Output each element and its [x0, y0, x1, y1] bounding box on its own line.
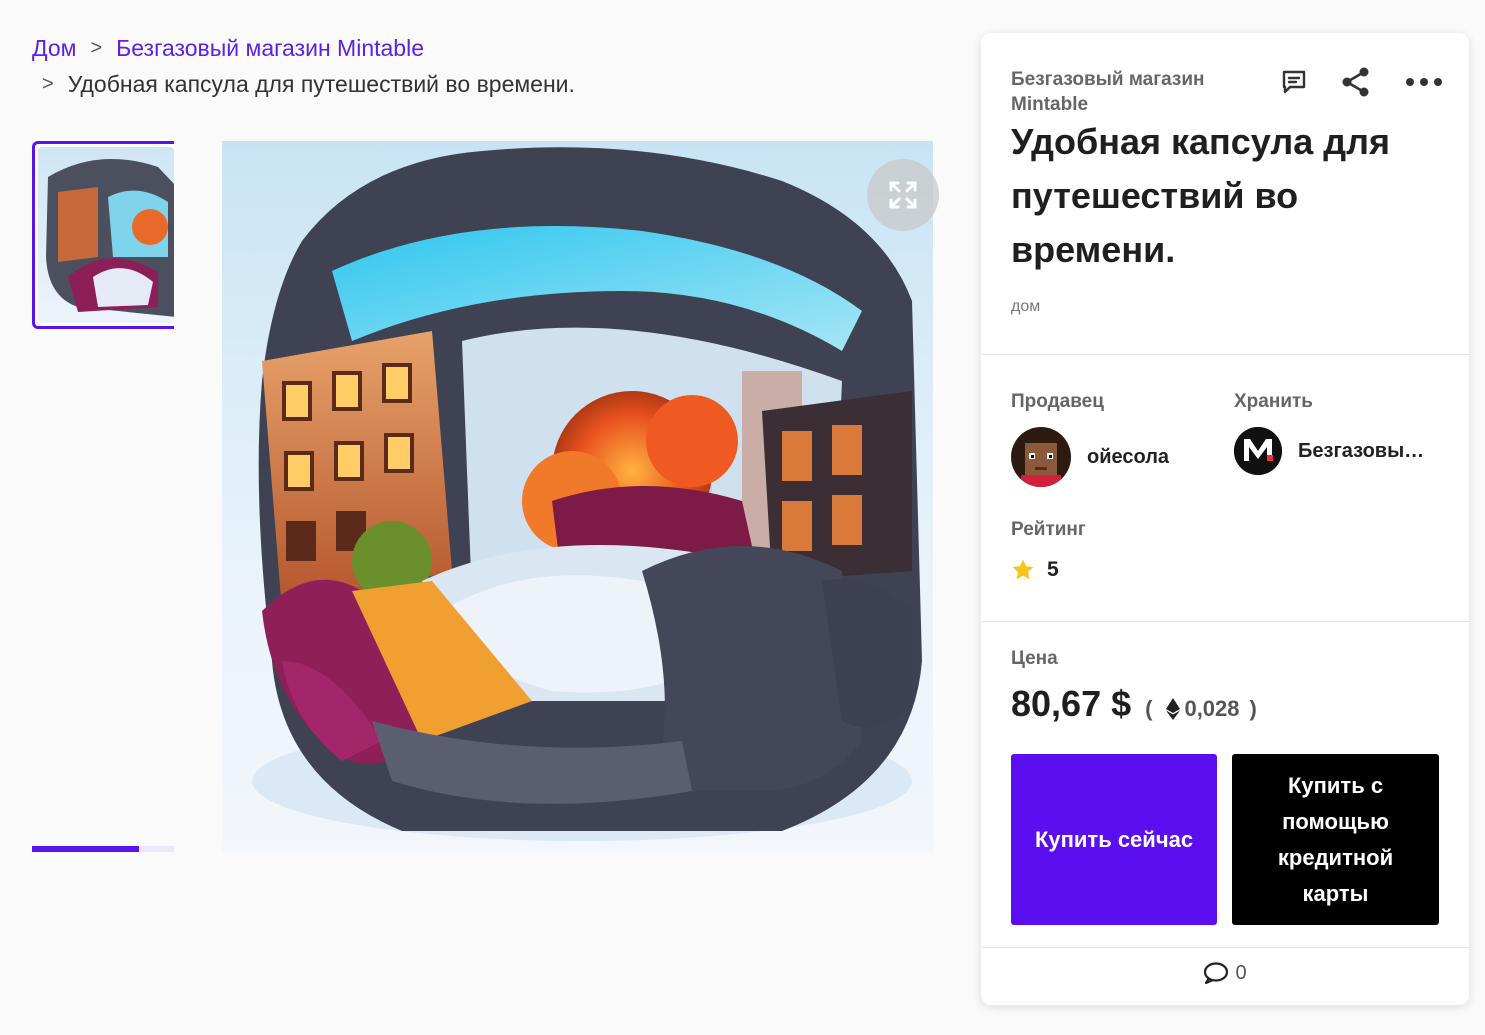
comment-button[interactable] — [1281, 69, 1307, 95]
seller-name: ойесола — [1087, 445, 1170, 468]
price-usd: 80,67 $ — [1011, 683, 1132, 724]
page: Дом > Безгазовый магазин Mintable > Удоб… — [0, 0, 1485, 1035]
price-eth: ( 0,028 ) — [1145, 696, 1257, 722]
comment-icon — [1282, 70, 1306, 94]
paren-open: ( — [1145, 696, 1153, 721]
expand-image-button[interactable] — [867, 159, 939, 231]
expand-icon — [889, 181, 917, 209]
breadcrumb-separator: > — [90, 37, 103, 59]
price-label: Цена — [1011, 648, 1058, 669]
seller-label: Продавец — [1011, 391, 1104, 412]
collection-link[interactable]: Безгазовый магазин Mintable — [1011, 67, 1251, 117]
buy-with-card-button[interactable]: Купить с помощью кредитной карты — [1232, 754, 1439, 925]
rating: 5 — [1011, 558, 1059, 582]
store-logo — [1234, 427, 1282, 475]
gallery-progress-fill — [32, 846, 139, 852]
rating-label: Рейтинг — [1011, 519, 1086, 540]
store-name: Безгазовый магазин Mintable — [1298, 439, 1436, 462]
product-title: Удобная капсула для путешествий во време… — [1011, 121, 1390, 270]
share-icon — [1342, 67, 1369, 97]
more-options-button[interactable] — [1405, 77, 1443, 87]
breadcrumb-collection-link[interactable]: Безгазовый магазин Mintable — [116, 30, 424, 66]
breadcrumb: Дом > Безгазовый магазин Mintable > Удоб… — [32, 30, 575, 102]
card-actions — [1247, 67, 1443, 97]
ethereum-icon — [1166, 698, 1181, 720]
main-image[interactable] — [222, 141, 933, 852]
share-button[interactable] — [1341, 67, 1371, 97]
gallery-progress — [32, 846, 174, 852]
divider — [981, 621, 1469, 622]
price: 80,67 $ ( 0,028 ) — [1011, 683, 1257, 725]
card-header: Безгазовый магазин Mintable — [1011, 67, 1443, 117]
rating-value: 5 — [1047, 558, 1059, 581]
star-icon — [1012, 559, 1034, 580]
breadcrumb-separator: > — [42, 73, 54, 95]
store-link[interactable]: Безгазовый магазин Mintable — [1234, 427, 1436, 475]
seller-avatar — [1011, 427, 1071, 487]
divider — [981, 947, 1469, 948]
price-eth-value: 0,028 — [1184, 696, 1240, 721]
store-label: Хранить — [1234, 391, 1313, 412]
breadcrumb-current: Удобная капсула для путешествий во време… — [67, 71, 575, 97]
more-options-icon — [1406, 78, 1442, 86]
comment-count: 0 — [1235, 961, 1247, 984]
speech-bubble-icon — [1204, 962, 1229, 985]
gallery-thumbnail[interactable] — [32, 141, 174, 329]
paren-close: ) — [1249, 696, 1257, 721]
thumbnail-image — [38, 147, 174, 323]
seller-link[interactable]: ойесола — [1011, 427, 1169, 487]
comments-count[interactable]: 0 — [981, 961, 1469, 985]
buy-now-button[interactable]: Купить сейчас — [1011, 754, 1217, 925]
breadcrumb-home-link[interactable]: Дом — [32, 30, 76, 66]
product-card: Безгазовый магазин Mintable Удобная капс… — [981, 33, 1469, 1005]
divider — [981, 354, 1469, 355]
product-category[interactable]: дом — [1011, 298, 1040, 316]
